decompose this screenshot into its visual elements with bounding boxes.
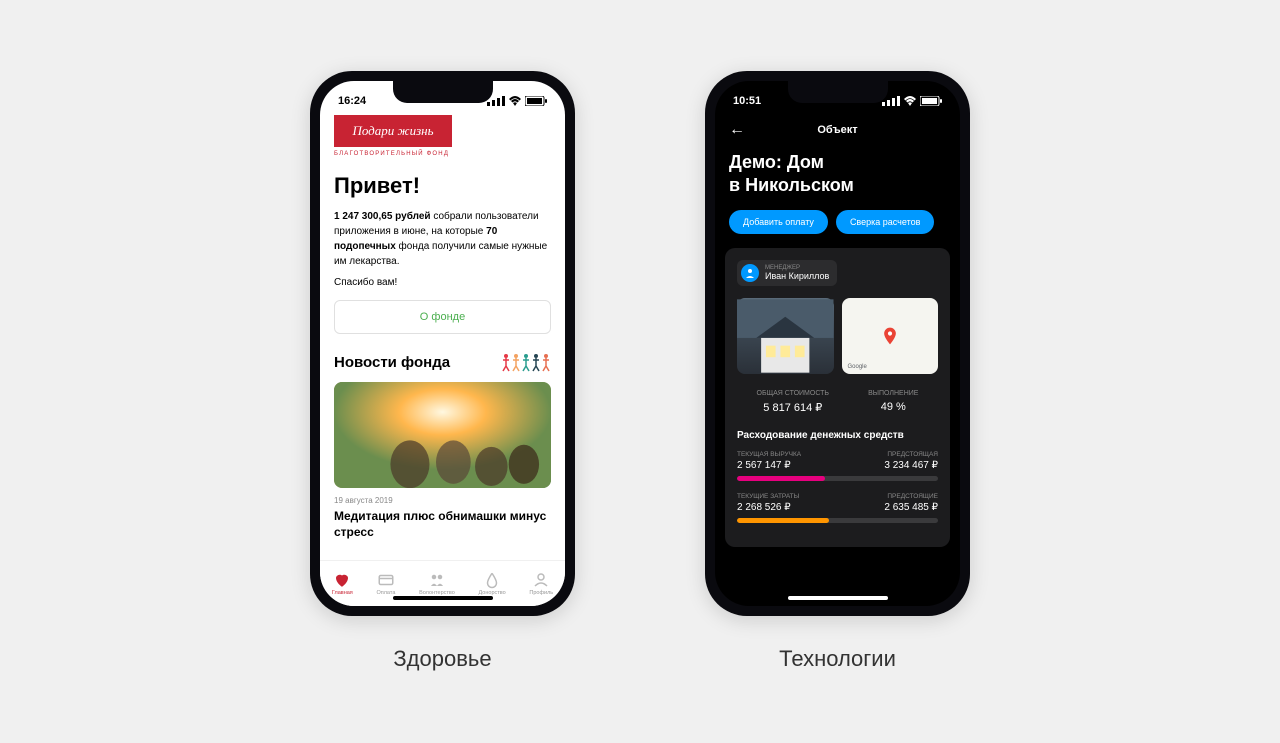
page-title: Демо: Домв Никольском (729, 151, 946, 198)
manager-avatar-icon (741, 264, 759, 282)
revenue-current-value: 2 567 147 ₽ (737, 460, 791, 471)
tab-home[interactable]: Главная (332, 571, 353, 596)
profile-icon (532, 571, 550, 589)
house-photo-thumbnail[interactable] (737, 298, 834, 374)
logo-subtitle: БЛАГОТВОРИТЕЛЬНЫЙ ФОНД (334, 151, 551, 157)
drop-icon (483, 571, 501, 589)
thanks-text: Спасибо вам! (334, 277, 551, 288)
tab-profile[interactable]: Профиль (529, 571, 553, 596)
manager-name: Иван Кириллов (765, 271, 829, 281)
revenue-upcoming-label: ПРЕДСТОЯЩАЯ (887, 451, 938, 458)
revenue-progress-bar (737, 476, 938, 481)
app-logo: Подари жизнь (334, 115, 452, 147)
people-holding-hands-icon (501, 352, 551, 372)
wifi-icon (903, 96, 917, 106)
nav-title: Объект (729, 124, 946, 136)
news-date: 19 августа 2019 (334, 496, 551, 505)
expense-current-label: ТЕКУЩИЕ ЗАТРАТЫ (737, 493, 799, 500)
total-cost-label: ОБЩАЯ СТОИМОСТЬ (757, 390, 830, 397)
map-attribution: Google (848, 364, 867, 370)
battery-icon (920, 96, 942, 106)
reconcile-button[interactable]: Сверка расчетов (836, 210, 934, 234)
people-icon (428, 571, 446, 589)
home-indicator[interactable] (788, 596, 888, 600)
battery-icon (525, 96, 547, 106)
card-icon (377, 571, 395, 589)
revenue-current-label: ТЕКУЩАЯ ВЫРУЧКА (737, 451, 801, 458)
heart-icon (333, 571, 351, 589)
expense-progress-bar (737, 518, 938, 523)
add-payment-button[interactable]: Добавить оплату (729, 210, 828, 234)
phone-tech-app: 10:51 ← Объект Демо: Домв Никольском Доб… (705, 71, 970, 616)
back-button[interactable]: ← (729, 121, 745, 139)
expense-current-value: 2 268 526 ₽ (737, 502, 791, 513)
home-indicator[interactable] (393, 596, 493, 600)
news-image[interactable] (334, 382, 551, 488)
map-thumbnail[interactable]: Google (842, 298, 939, 374)
total-cost-value: 5 817 614 ₽ (757, 401, 830, 414)
signal-icon (882, 96, 900, 106)
tab-payment[interactable]: Оплата (376, 571, 395, 596)
tab-volunteer[interactable]: Волонтерство (419, 571, 455, 596)
status-time: 16:24 (338, 95, 366, 107)
spending-section-title: Расходование денежных средств (737, 430, 938, 441)
tab-donor[interactable]: Донорство (479, 571, 506, 596)
news-section-title: Новости фонда (334, 354, 450, 371)
phone-notch (788, 81, 888, 103)
object-card: МЕНЕДЖЕР Иван Кириллов Google ОБЩАЯ СТОИ… (725, 248, 950, 547)
manager-chip[interactable]: МЕНЕДЖЕР Иван Кириллов (737, 260, 837, 286)
phone-notch (393, 81, 493, 103)
wifi-icon (508, 96, 522, 106)
revenue-upcoming-value: 3 234 467 ₽ (884, 460, 938, 471)
status-time: 10:51 (733, 95, 761, 107)
phone-health-app: 16:24 Подари жизнь БЛАГОТВОРИТЕЛЬНЫЙ ФОН… (310, 71, 575, 616)
stat-text: 1 247 300,65 рублей собрали пользователи… (334, 209, 551, 269)
caption-health: Здоровье (393, 646, 491, 672)
completion-label: ВЫПОЛНЕНИЕ (868, 390, 918, 397)
completion-value: 49 % (868, 401, 918, 413)
greeting-heading: Привет! (334, 173, 551, 199)
about-fund-button[interactable]: О фонде (334, 300, 551, 334)
signal-icon (487, 96, 505, 106)
news-headline[interactable]: Медитация плюс обнимашки минус стресс (334, 509, 551, 540)
expense-upcoming-label: ПРЕДСТОЯЩИЕ (887, 493, 938, 500)
caption-tech: Технологии (779, 646, 896, 672)
expense-upcoming-value: 2 635 485 ₽ (884, 502, 938, 513)
map-pin-icon (880, 326, 900, 346)
